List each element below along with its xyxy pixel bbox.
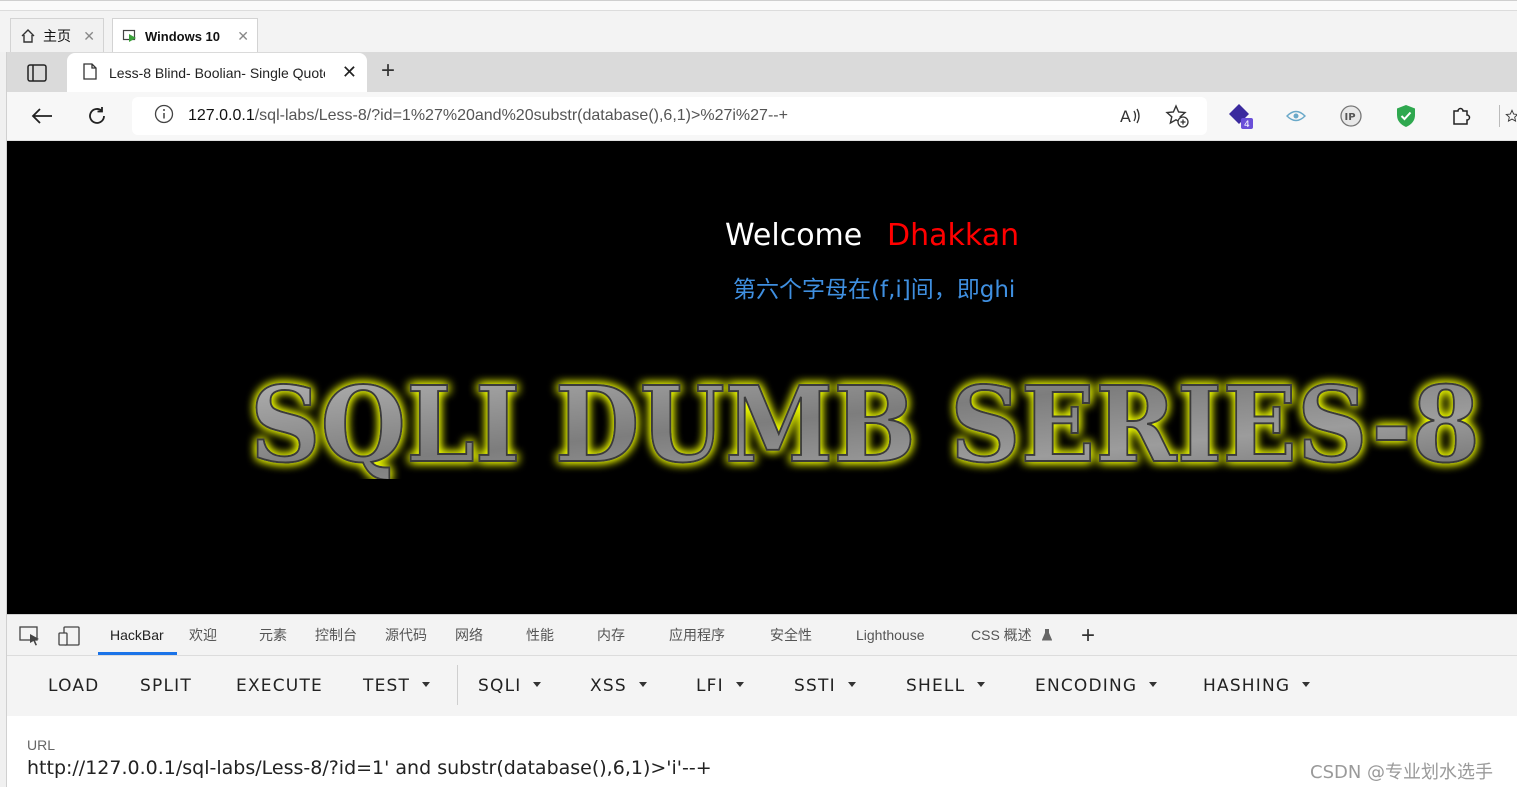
viewer-left-edge — [0, 52, 7, 787]
chevron-down-icon — [735, 681, 744, 687]
refresh-button[interactable] — [82, 102, 112, 130]
chevron-down-icon — [847, 681, 856, 687]
page-viewport: Welcome Dhakkan 第六个字母在(f,i]间，即ghi SQLI D… — [7, 141, 1517, 614]
toolbar-divider — [457, 665, 458, 705]
tab-lighthouse[interactable]: Lighthouse — [856, 615, 925, 656]
svg-text:A: A — [1120, 107, 1131, 126]
vm-tab-strip: 主页 ✕ Windows 10 ✕ — [0, 0, 1517, 53]
tab-hackbar[interactable]: HackBar — [110, 615, 164, 656]
tab-security[interactable]: 安全性 — [770, 615, 812, 656]
tab-network[interactable]: 网络 — [455, 615, 483, 656]
info-icon[interactable] — [154, 104, 174, 129]
tab-welcome[interactable]: 欢迎 — [189, 615, 217, 656]
sqli-dropdown[interactable]: SQLI — [478, 656, 542, 716]
extension-icon[interactable]: 4 — [1227, 102, 1255, 130]
chevron-down-icon — [1302, 681, 1311, 687]
vm-icon — [121, 27, 139, 45]
tab-elements[interactable]: 元素 — [259, 615, 287, 656]
extension-badge: 4 — [1244, 120, 1250, 130]
chevron-down-icon — [533, 681, 542, 687]
browser-tab-active[interactable]: Less-8 Blind- Boolian- Single Quotes- St… — [67, 53, 367, 92]
hackbar-url-area: URL http://127.0.0.1/sql-labs/Less-8/?id… — [7, 716, 1517, 787]
ip-extension-icon[interactable]: IP — [1337, 102, 1365, 130]
lfi-dropdown[interactable]: LFI — [696, 656, 744, 716]
favorite-add-icon[interactable] — [1163, 102, 1191, 130]
read-aloud-icon[interactable]: A — [1117, 102, 1145, 130]
shell-dropdown[interactable]: SHELL — [906, 656, 986, 716]
hackbar-toolbar: LOAD SPLIT EXECUTE TEST SQLI XSS LFI SST… — [7, 656, 1517, 716]
encoding-dropdown[interactable]: ENCODING — [1035, 656, 1158, 716]
tab-css-overview[interactable]: CSS 概述 — [971, 615, 1052, 656]
series-banner-text: SQLI DUMB SERIES-8 — [250, 369, 1480, 479]
tab-performance[interactable]: 性能 — [526, 615, 554, 656]
url-host: 127.0.0.1 — [188, 107, 255, 124]
vm-tab-home-label: 主页 — [43, 28, 71, 44]
sqli-dropdown-label: SQLI — [478, 676, 522, 696]
close-tab-button[interactable]: ✕ — [342, 62, 357, 83]
inspect-element-icon[interactable] — [18, 625, 42, 647]
vm-tab-windows10[interactable]: Windows 10 ✕ — [112, 18, 258, 53]
address-bar-row: 127.0.0.1/sql-labs/Less-8/?id=1%27%20and… — [7, 92, 1517, 141]
user-name-text: Dhakkan — [887, 218, 1020, 253]
vm-tab-windows10-label: Windows 10 — [145, 28, 221, 44]
tab-sources[interactable]: 源代码 — [385, 615, 427, 656]
chevron-down-icon — [1149, 681, 1158, 687]
extensions-puzzle-icon[interactable] — [1447, 102, 1475, 130]
flask-icon — [1041, 616, 1052, 657]
eye-extension-icon[interactable] — [1282, 102, 1310, 130]
ip-extension-label: IP — [1345, 112, 1356, 123]
url-omnibox[interactable]: 127.0.0.1/sql-labs/Less-8/?id=1%27%20and… — [132, 97, 1207, 135]
lfi-dropdown-label: LFI — [696, 676, 724, 696]
close-icon[interactable]: ✕ — [237, 28, 249, 45]
back-button[interactable] — [27, 102, 57, 130]
tab-application[interactable]: 应用程序 — [669, 615, 725, 656]
tab-console[interactable]: 控制台 — [315, 615, 357, 656]
xss-dropdown-label: XSS — [590, 676, 627, 696]
welcome-text: Welcome — [725, 218, 863, 253]
chevron-down-icon — [977, 681, 986, 687]
tab-memory[interactable]: 内存 — [597, 615, 625, 656]
url-field[interactable]: http://127.0.0.1/sql-labs/Less-8/?id=1' … — [27, 757, 712, 779]
encoding-dropdown-label: ENCODING — [1035, 676, 1138, 696]
favorites-icon[interactable] — [1505, 102, 1517, 130]
add-tab-button[interactable]: + — [1081, 615, 1095, 656]
execute-button[interactable]: EXECUTE — [236, 656, 323, 716]
xss-dropdown[interactable]: XSS — [590, 656, 647, 716]
ssti-dropdown[interactable]: SSTI — [794, 656, 856, 716]
load-button[interactable]: LOAD — [48, 656, 99, 716]
page-icon — [83, 62, 97, 83]
hint-text: 第六个字母在(f,i]间，即ghi — [733, 277, 1016, 303]
chevron-down-icon — [638, 681, 647, 687]
vm-tab-home[interactable]: 主页 ✕ — [10, 18, 104, 53]
tab-actions-icon[interactable] — [15, 58, 59, 88]
browser-tab-bar: Less-8 Blind- Boolian- Single Quotes- St… — [7, 52, 1517, 92]
url-path: /sql-labs/Less-8/?id=1%27%20and%20substr… — [254, 107, 788, 124]
close-icon[interactable]: ✕ — [83, 28, 95, 45]
browser-tab-title: Less-8 Blind- Boolian- Single Quotes- St… — [109, 64, 325, 81]
split-button[interactable]: SPLIT — [140, 656, 192, 716]
test-dropdown-label: TEST — [363, 676, 411, 696]
watermark-text: CSDN @专业划水选手 — [1310, 762, 1494, 783]
home-icon — [19, 27, 37, 45]
tab-css-overview-label: CSS 概述 — [971, 627, 1032, 643]
shell-dropdown-label: SHELL — [906, 676, 966, 696]
shield-icon[interactable] — [1392, 102, 1420, 130]
hashing-dropdown[interactable]: HASHING — [1203, 656, 1311, 716]
ssti-dropdown-label: SSTI — [794, 676, 836, 696]
hashing-dropdown-label: HASHING — [1203, 676, 1291, 696]
url-field-label: URL — [27, 737, 56, 753]
test-dropdown[interactable]: TEST — [363, 656, 431, 716]
devtools-tab-bar: HackBar 欢迎 元素 控制台 源代码 网络 性能 内存 应用程序 安全性 … — [7, 614, 1517, 656]
series-banner: SQLI DUMB SERIES-8 — [249, 369, 1481, 479]
active-tab-indicator — [98, 652, 177, 655]
device-emulation-icon[interactable] — [57, 625, 81, 647]
new-tab-button[interactable]: + — [375, 58, 401, 84]
chevron-down-icon — [422, 681, 431, 687]
